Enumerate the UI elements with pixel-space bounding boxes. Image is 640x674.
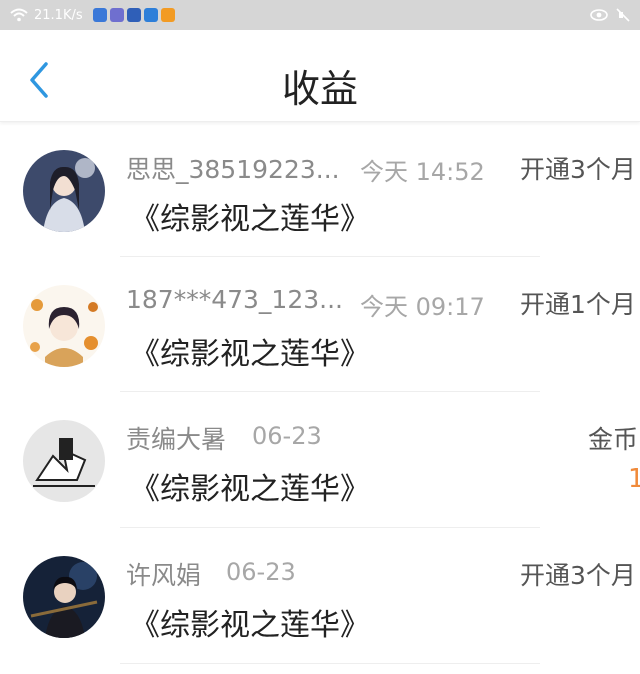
app-notification-icon — [126, 8, 141, 22]
nav-bar: 收益 — [0, 30, 640, 122]
avatar — [23, 420, 105, 502]
eye-icon — [590, 9, 608, 21]
record-time: 06-23 — [252, 422, 322, 450]
user-name: 责编大暑 — [126, 425, 227, 454]
network-speed: 21.1K/s — [34, 7, 83, 23]
record-time: 今天 14:52 — [360, 158, 485, 186]
avatar — [23, 150, 105, 232]
earnings-list: 思思_38519223... 今天 14:52 《综影视之莲华》 开通3个月 1… — [0, 122, 640, 664]
status-bar: 21.1K/s — [0, 0, 640, 30]
app-notification-icon — [92, 8, 107, 22]
divider — [120, 663, 540, 664]
avatar — [23, 556, 105, 638]
earning-type: 开通3个月 — [520, 155, 636, 184]
page-title: 收益 — [281, 67, 358, 111]
user-name: 思思_38519223... — [126, 155, 340, 184]
notification-app-icons — [92, 8, 175, 22]
record-time: 今天 09:17 — [360, 293, 485, 321]
list-item[interactable]: 许风娟 06-23 《综影视之莲华》 开通3个月 — [0, 528, 640, 664]
mute-icon — [616, 8, 630, 22]
avatar — [23, 285, 105, 367]
user-name: 187***473_123... — [126, 285, 343, 314]
app-notification-icon — [109, 8, 124, 22]
earning-type: 开通3个月 — [520, 561, 636, 590]
book-title: 《综影视之莲华》 — [130, 337, 370, 372]
record-time: 06-23 — [226, 558, 296, 586]
wifi-icon — [10, 8, 28, 22]
list-item[interactable]: 187***473_123... 今天 09:17 《综影视之莲华》 开通1个月 — [0, 257, 640, 392]
earning-type: 金币 — [588, 425, 639, 454]
book-title: 《综影视之莲华》 — [130, 472, 370, 507]
earning-amount: 1 — [628, 464, 640, 494]
app-notification-icon — [160, 8, 175, 22]
book-title: 《综影视之莲华》 — [130, 202, 370, 237]
book-title: 《综影视之莲华》 — [130, 608, 370, 643]
list-item[interactable]: 思思_38519223... 今天 14:52 《综影视之莲华》 开通3个月 — [0, 122, 640, 257]
user-name: 许风娟 — [126, 561, 202, 590]
list-item[interactable]: 责编大暑 06-23 《综影视之莲华》 金币 1 — [0, 392, 640, 528]
earning-type: 开通1个月 — [520, 290, 636, 319]
app-notification-icon — [143, 8, 158, 22]
